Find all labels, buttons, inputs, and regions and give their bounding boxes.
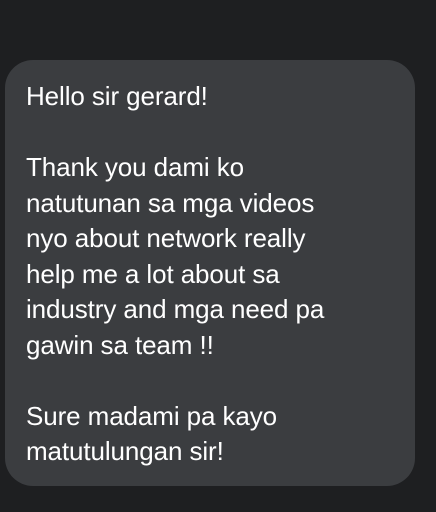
closing-line-2: matutulungan sir! [26,436,224,466]
body-line-5: industry and mga need pa [26,294,325,324]
body-line-6: gawin sa team !! [26,329,214,360]
closing-line-1: Sure madami pa kayo [26,400,278,431]
body-line-4: help me a lot about sa [26,258,280,289]
body-line-1: Thank you dami ko [26,152,244,182]
received-message-bubble[interactable]: Hello sir gerard! Thank you dami ko natu… [5,60,415,486]
message-text: Hello sir gerard! Thank you dami ko natu… [26,79,399,470]
body-line-3: nyo about network really [26,223,306,253]
chat-screen: Hello sir gerard! Thank you dami ko natu… [0,0,436,512]
body-line-2: natutunan sa mga videos [26,187,315,218]
greeting-line: Hello sir gerard! [26,81,208,111]
